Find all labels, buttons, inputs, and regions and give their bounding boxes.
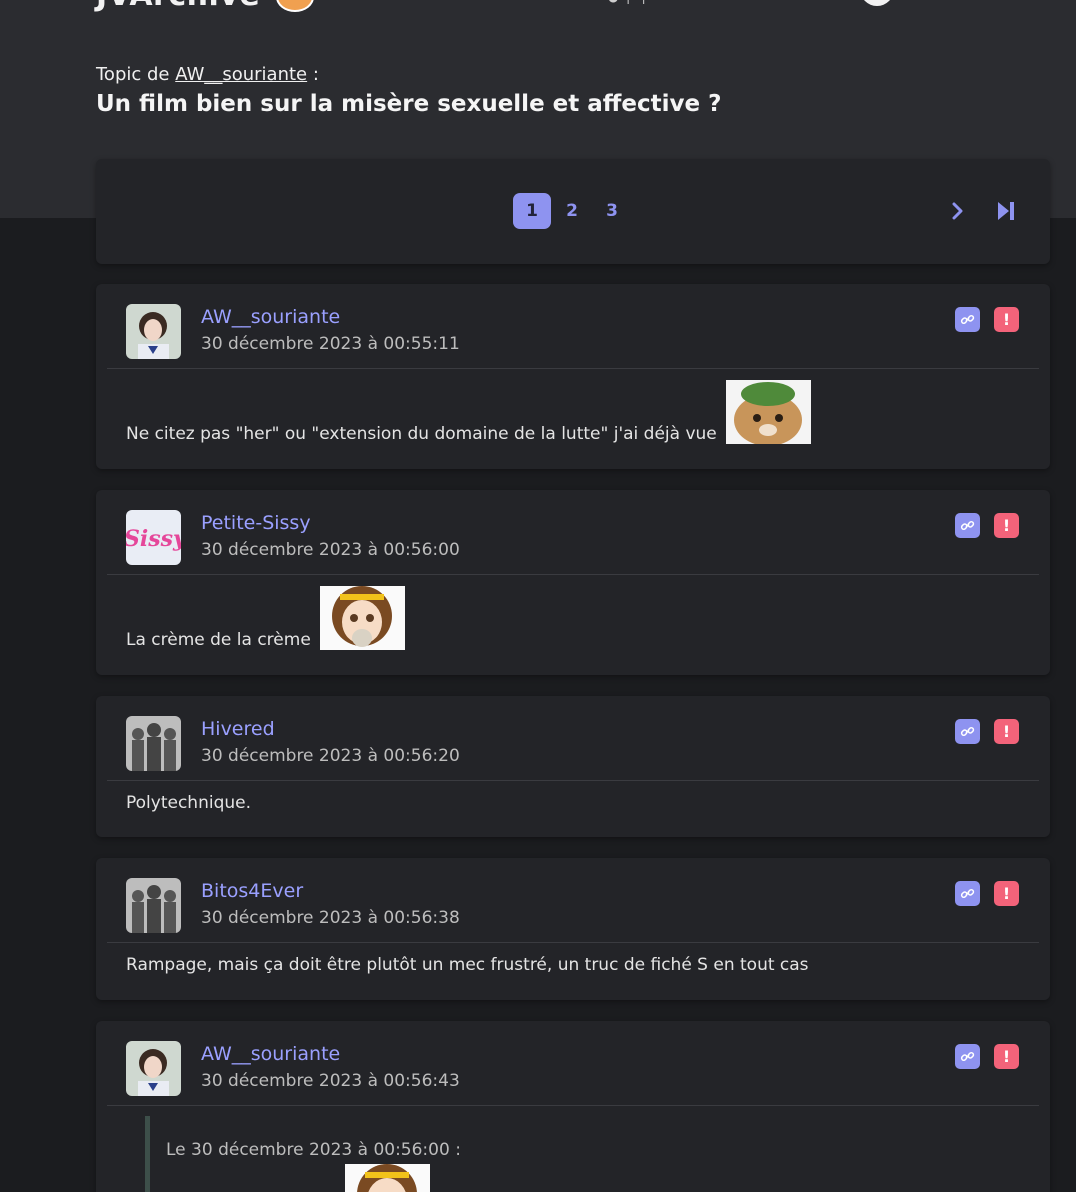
post-date: 30 décembre 2023 à 00:56:00	[201, 540, 460, 560]
topic-byline: Topic de AW__souriante :	[96, 64, 721, 85]
post-card: AW__souriante 30 décembre 2023 à 00:56:4…	[96, 1021, 1050, 1192]
report-exclamation-icon[interactable]: !	[994, 513, 1019, 538]
quote-block: Le 30 décembre 2023 à 00:56:00 :	[145, 1116, 1020, 1192]
svg-text:Sissy: Sissy	[126, 526, 181, 552]
avatar[interactable]	[126, 304, 181, 359]
post-body: Le 30 décembre 2023 à 00:56:00 :	[96, 1106, 1050, 1192]
last-page-icon[interactable]	[992, 197, 1020, 225]
avatar[interactable]: Sissy	[126, 510, 181, 565]
avatar[interactable]	[126, 716, 181, 771]
topic-by-suffix: :	[307, 64, 319, 85]
post-card: Sissy Petite-Sissy 30 décembre 2023 à 00…	[96, 490, 1050, 675]
post-date: 30 décembre 2023 à 00:56:43	[201, 1071, 460, 1091]
post-date: 30 décembre 2023 à 00:56:38	[201, 908, 460, 928]
post-author[interactable]: AW__souriante	[201, 306, 340, 328]
topic-header: Topic de AW__souriante : Un film bien su…	[96, 64, 721, 117]
quote-header: Le 30 décembre 2023 à 00:56:00 :	[166, 1140, 461, 1160]
post-card: AW__souriante 30 décembre 2023 à 00:55:1…	[96, 284, 1050, 469]
post-header: Hivered 30 décembre 2023 à 00:56:20 !	[96, 696, 1050, 781]
permalink-link-icon[interactable]	[955, 1044, 980, 1069]
post-text: Polytechnique.	[126, 793, 252, 813]
post-author[interactable]: Bitos4Ever	[201, 880, 303, 902]
report-exclamation-icon[interactable]: !	[994, 1044, 1019, 1069]
next-page-chevron-icon[interactable]	[944, 197, 972, 225]
post-header: AW__souriante 30 décembre 2023 à 00:55:1…	[96, 284, 1050, 369]
post-text: La crème de la crème	[126, 630, 317, 650]
post-header: AW__souriante 30 décembre 2023 à 00:56:4…	[96, 1021, 1050, 1106]
post-body: La crème de la crème	[96, 575, 1050, 650]
permalink-link-icon[interactable]	[955, 513, 980, 538]
post-date: 30 décembre 2023 à 00:56:20	[201, 746, 460, 766]
post-author[interactable]: Hivered	[201, 718, 275, 740]
page-button-3[interactable]: 3	[593, 193, 631, 229]
nav-links-icon[interactable]: ● | |	[608, 0, 646, 4]
post-card: Bitos4Ever 30 décembre 2023 à 00:56:38 !…	[96, 858, 1050, 1000]
post-author[interactable]: Petite-Sissy	[201, 512, 311, 534]
site-logo[interactable]: JVArchive	[96, 0, 260, 13]
topic-author-link[interactable]: AW__souriante	[175, 64, 307, 85]
post-author[interactable]: AW__souriante	[201, 1043, 340, 1065]
post-date: 30 décembre 2023 à 00:55:11	[201, 334, 460, 354]
report-exclamation-icon[interactable]: !	[994, 881, 1019, 906]
post-body: Ne citez pas "her" ou "extension du doma…	[96, 369, 1050, 446]
post-text: Ne citez pas "her" ou "extension du doma…	[126, 424, 723, 444]
permalink-link-icon[interactable]	[955, 719, 980, 744]
permalink-link-icon[interactable]	[955, 881, 980, 906]
post-header: Sissy Petite-Sissy 30 décembre 2023 à 00…	[96, 490, 1050, 575]
avatar[interactable]	[126, 878, 181, 933]
topic-title: Un film bien sur la misère sexuelle et a…	[96, 91, 722, 117]
topic-by-prefix: Topic de	[96, 64, 170, 85]
permalink-link-icon[interactable]	[955, 307, 980, 332]
post-body: Rampage, mais ça doit être plutôt un mec…	[96, 943, 1050, 975]
page-button-1[interactable]: 1	[513, 193, 551, 229]
cat-sticker-image	[726, 380, 812, 446]
anime-girl-sticker-image	[320, 586, 406, 650]
top-navbar: JVArchive ● | |	[0, 0, 1076, 14]
dark-mode-moon-icon[interactable]	[860, 0, 894, 6]
page-button-2[interactable]: 2	[553, 193, 591, 229]
report-exclamation-icon[interactable]: !	[994, 719, 1019, 744]
pagination-card: 1 2 3	[96, 159, 1050, 264]
anime-girl-sticker-image	[345, 1164, 430, 1192]
avatar[interactable]	[126, 1041, 181, 1096]
logo-badge-icon	[276, 0, 314, 12]
post-body: Polytechnique.	[96, 781, 1050, 813]
post-header: Bitos4Ever 30 décembre 2023 à 00:56:38 !	[96, 858, 1050, 943]
report-exclamation-icon[interactable]: !	[994, 307, 1019, 332]
post-text: Rampage, mais ça doit être plutôt un mec…	[126, 955, 809, 975]
post-card: Hivered 30 décembre 2023 à 00:56:20 ! Po…	[96, 696, 1050, 837]
